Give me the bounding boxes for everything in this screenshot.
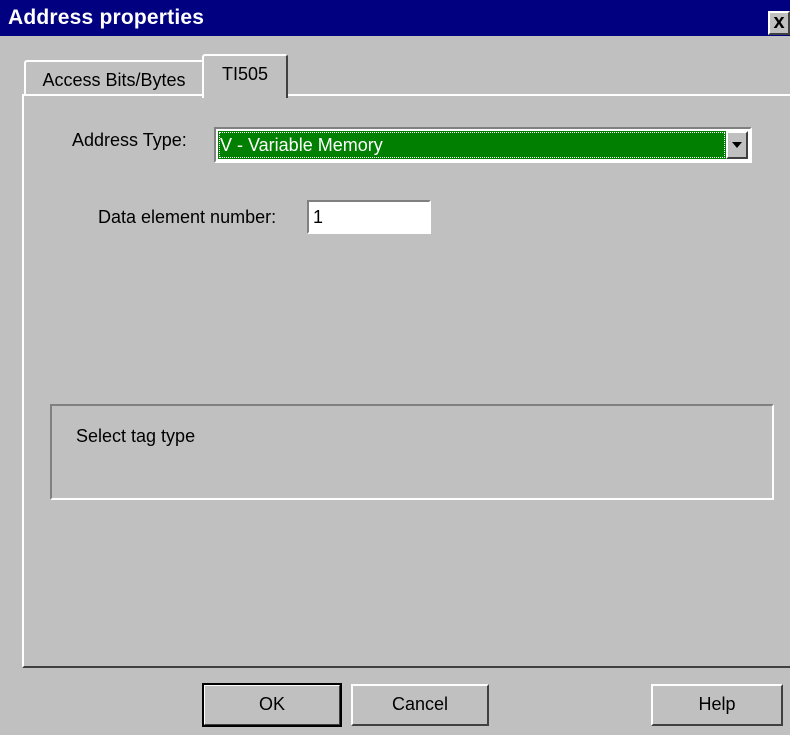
ok-button[interactable]: OK (202, 683, 342, 727)
status-text: Select tag type (76, 426, 196, 446)
title-bar: Address properties (0, 0, 790, 36)
address-type-select[interactable]: V - Variable Memory (214, 127, 752, 163)
tab-ti505[interactable]: TI505 (202, 54, 288, 104)
close-button[interactable]: x (768, 11, 790, 35)
tab-access-bits-bytes[interactable]: Access Bits/Bytes (24, 60, 204, 96)
status-box: Select tag type (50, 404, 774, 500)
address-type-selected-value: V - Variable Memory (218, 131, 726, 159)
tab-label: TI505 (221, 64, 269, 84)
data-element-input[interactable]: 1 (307, 200, 431, 234)
tab-panel (22, 94, 790, 668)
tab-label: Access Bits/Bytes (42, 70, 186, 90)
dropdown-arrow-icon[interactable] (726, 131, 748, 159)
window-title: Address properties (8, 6, 205, 29)
close-icon: x (773, 11, 785, 33)
data-element-label: Data element number: (98, 207, 277, 227)
cancel-button[interactable]: Cancel (351, 684, 489, 726)
help-button[interactable]: Help (651, 684, 783, 726)
address-type-label: Address Type: (72, 130, 187, 150)
